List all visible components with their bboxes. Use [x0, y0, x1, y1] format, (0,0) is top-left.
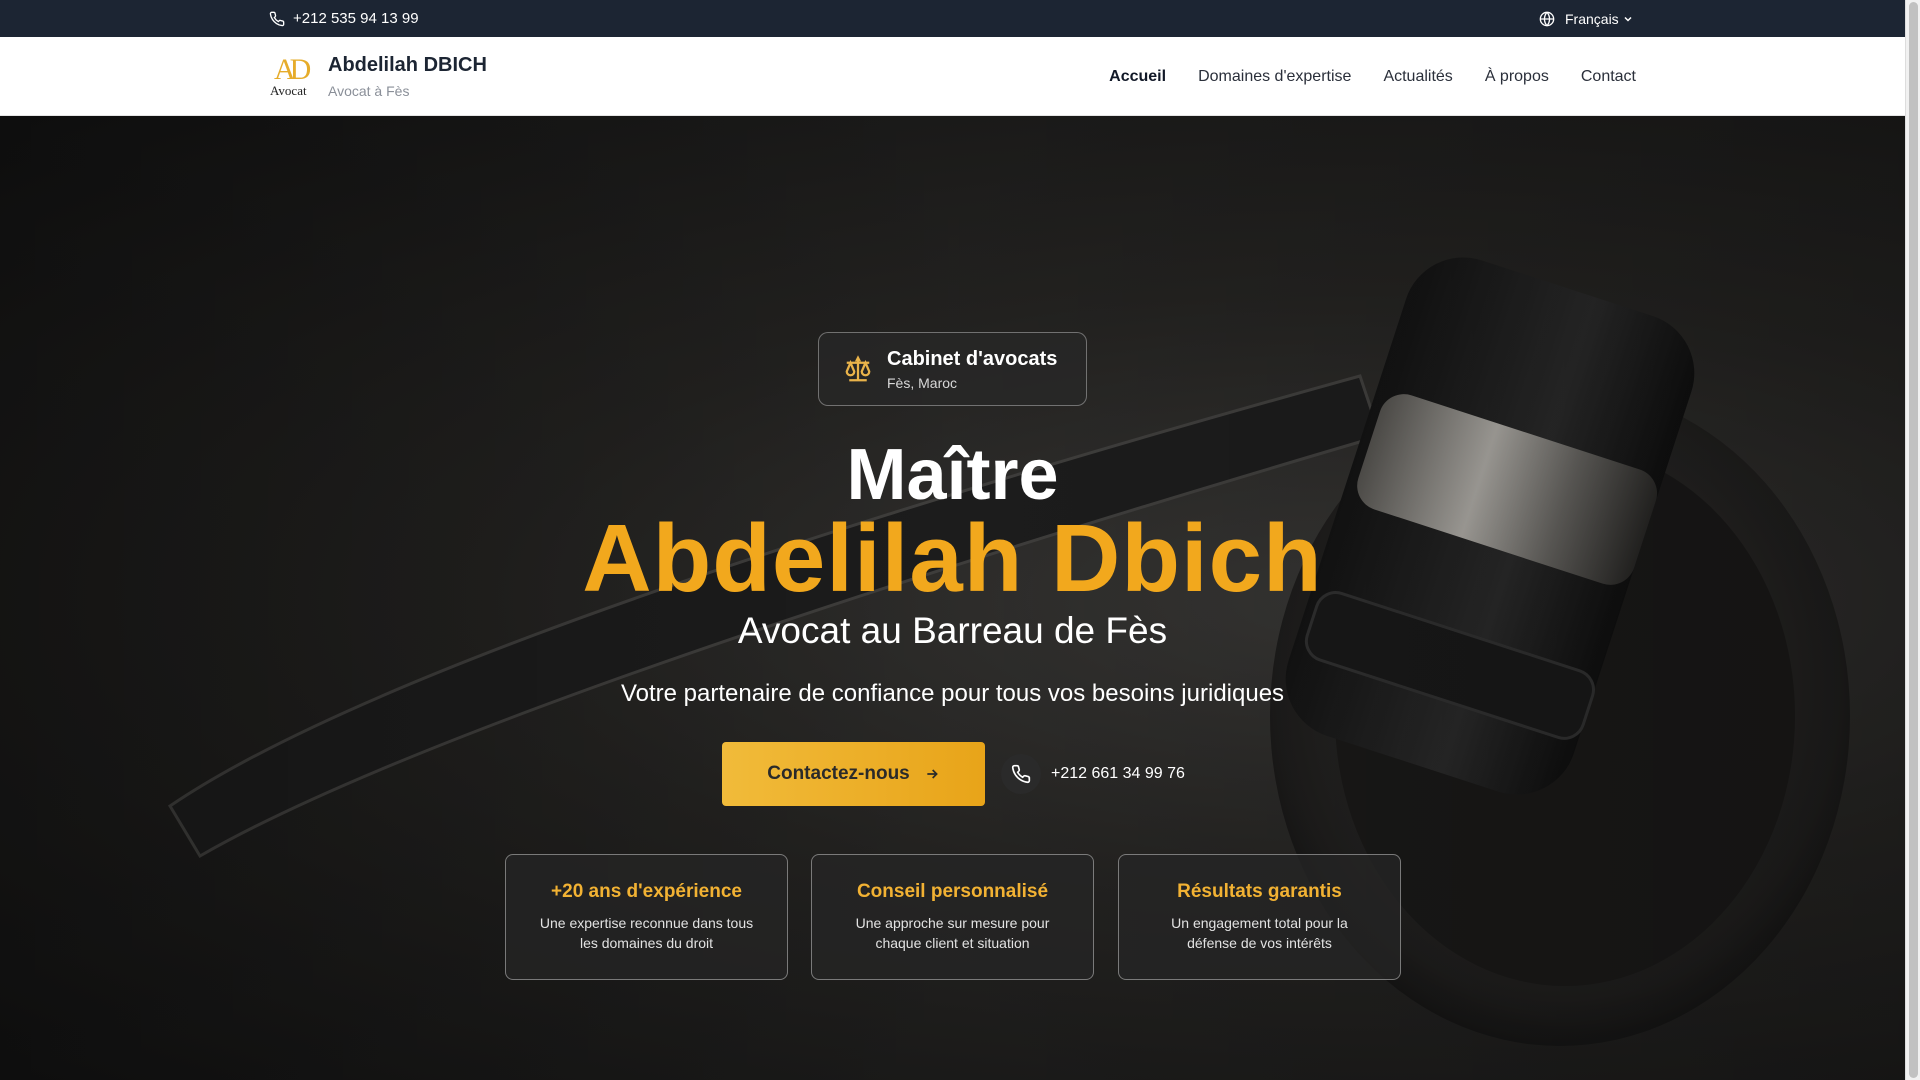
logo-word: Avocat	[270, 83, 307, 98]
topbar-phone[interactable]: +212 535 94 13 99	[269, 0, 419, 37]
hero-tagline: Votre partenaire de confiance pour tous …	[620, 680, 1285, 707]
language-label: Français	[1565, 10, 1619, 27]
feature-description: Une expertise reconnue dans tous les dom…	[539, 915, 754, 951]
top-bar: +212 535 94 13 99 Français	[0, 0, 1905, 37]
contact-button-label: Contactez-nous	[767, 763, 910, 784]
site-header: AD Avocat Abdelilah DBICH Avocat à Fès A…	[0, 37, 1905, 116]
nav-actualites[interactable]: Actualités	[1383, 68, 1452, 86]
call-number: +212 661 34 99 76	[1051, 765, 1185, 782]
hero-title-line2: Abdelilah Dbich	[582, 505, 1323, 612]
brand-name: Abdelilah DBICH	[328, 53, 487, 76]
brand-tagline: Avocat à Fès	[328, 82, 410, 99]
firm-badge: Cabinet d'avocats Fès, Maroc	[818, 332, 1087, 406]
feature-title: Résultats garantis	[1177, 881, 1342, 902]
feature-title: +20 ans d'expérience	[551, 881, 742, 902]
chevron-down-icon	[1622, 13, 1634, 25]
arrow-right-icon	[924, 766, 940, 782]
nav-a-propos[interactable]: À propos	[1485, 68, 1549, 86]
globe-icon	[1539, 11, 1555, 27]
scales-icon	[843, 354, 873, 384]
logo: AD Avocat	[270, 53, 316, 99]
nav-contact[interactable]: Contact	[1581, 68, 1636, 86]
contact-button[interactable]: Contactez-nous	[722, 742, 985, 806]
call-link[interactable]: +212 661 34 99 76	[1001, 754, 1185, 794]
badge-subtitle: Fès, Maroc	[887, 374, 958, 391]
feature-card-resultats: Résultats garantis Un engagement total p…	[1118, 854, 1401, 980]
phone-icon	[1001, 754, 1041, 794]
brand-link[interactable]: AD Avocat Abdelilah DBICH Avocat à Fès	[270, 53, 487, 99]
feature-card-experience: +20 ans d'expérience Une expertise recon…	[505, 854, 788, 980]
feature-title: Conseil personnalisé	[856, 881, 1049, 902]
logo-monogram: AD	[274, 53, 311, 86]
badge-title: Cabinet d'avocats	[887, 347, 1058, 370]
feature-description: Une approche sur mesure pour chaque clie…	[855, 915, 1050, 951]
nav-domaines[interactable]: Domaines d'expertise	[1198, 68, 1351, 86]
nav-accueil[interactable]: Accueil	[1109, 68, 1166, 86]
feature-description: Un engagement total pour la défense de v…	[1171, 915, 1348, 951]
scrollbar-thumb[interactable]	[1909, 2, 1918, 1078]
hero-subtitle: Avocat au Barreau de Fès	[737, 610, 1168, 651]
phone-icon	[269, 11, 285, 27]
page-scrollbar[interactable]	[1905, 0, 1920, 1080]
hero-section: Cabinet d'avocats Fès, Maroc Maître Abde…	[0, 116, 1905, 1080]
main-nav: Accueil Domaines d'expertise Actualités …	[1109, 37, 1636, 116]
feature-card-conseil: Conseil personnalisé Une approche sur me…	[811, 854, 1094, 980]
topbar-phone-number: +212 535 94 13 99	[293, 10, 419, 27]
language-selector[interactable]: Français	[1539, 0, 1634, 37]
